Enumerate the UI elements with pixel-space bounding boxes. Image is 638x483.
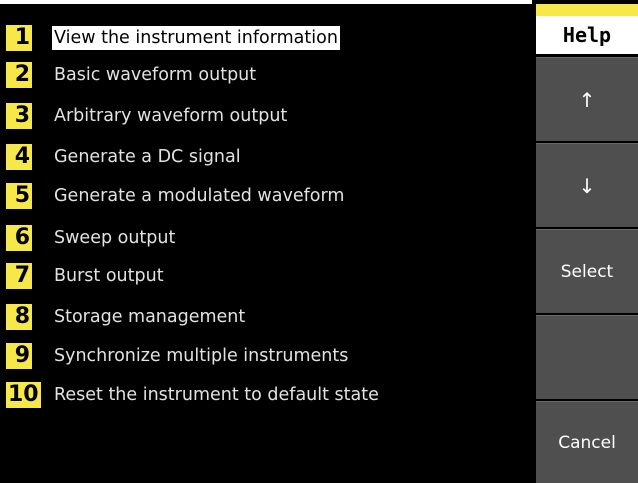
- help-item-label: Synchronize multiple instruments: [54, 346, 349, 366]
- help-item-8[interactable]: 8 Storage management: [0, 303, 520, 331]
- arrow-up-icon: ↑: [578, 87, 596, 112]
- cancel-button[interactable]: Cancel: [536, 401, 638, 483]
- help-item-1[interactable]: 1 View the instrument information: [0, 24, 520, 52]
- help-item-6[interactable]: 6 Sweep output: [0, 224, 520, 252]
- softkey-panel: Help ↑ ↓ Select Cancel: [532, 0, 638, 483]
- help-item-number: 5: [6, 183, 32, 209]
- scroll-down-button[interactable]: ↓: [536, 143, 638, 227]
- cancel-button-label: Cancel: [558, 432, 616, 453]
- help-item-7[interactable]: 7 Burst output: [0, 262, 520, 290]
- help-item-label: Reset the instrument to default state: [54, 385, 379, 405]
- help-item-9[interactable]: 9 Synchronize multiple instruments: [0, 342, 520, 370]
- help-item-label: Sweep output: [54, 228, 176, 248]
- help-item-label: Basic waveform output: [54, 65, 257, 85]
- help-item-label: View the instrument information: [52, 26, 340, 50]
- help-item-number: 3: [6, 103, 32, 129]
- blank-softkey[interactable]: [536, 315, 638, 399]
- help-item-label: Burst output: [54, 266, 164, 286]
- scroll-up-button[interactable]: ↑: [536, 57, 638, 141]
- help-item-3[interactable]: 3 Arbitrary waveform output: [0, 102, 520, 130]
- help-item-number: 4: [6, 144, 32, 170]
- arrow-down-icon: ↓: [578, 173, 596, 198]
- help-item-5[interactable]: 5 Generate a modulated waveform: [0, 182, 520, 210]
- help-item-number: 9: [6, 343, 32, 369]
- help-item-4[interactable]: 4 Generate a DC signal: [0, 143, 520, 171]
- select-button[interactable]: Select: [536, 229, 638, 313]
- help-item-label: Generate a modulated waveform: [54, 186, 345, 206]
- help-item-number: 10: [6, 382, 41, 408]
- help-item-label: Arbitrary waveform output: [54, 106, 288, 126]
- help-item-number: 2: [6, 62, 32, 88]
- help-item-number: 6: [6, 225, 32, 251]
- help-item-number: 8: [6, 304, 32, 330]
- help-item-number: 1: [6, 25, 32, 51]
- help-item-10[interactable]: 10 Reset the instrument to default state: [0, 381, 520, 409]
- help-topic-list: 1 View the instrument information 2 Basi…: [0, 0, 532, 483]
- menu-title: Help: [536, 4, 638, 54]
- help-item-number: 7: [6, 263, 32, 289]
- help-item-label: Storage management: [54, 307, 246, 327]
- help-item-label: Generate a DC signal: [54, 147, 241, 167]
- select-button-label: Select: [560, 261, 614, 282]
- help-item-2[interactable]: 2 Basic waveform output: [0, 61, 520, 89]
